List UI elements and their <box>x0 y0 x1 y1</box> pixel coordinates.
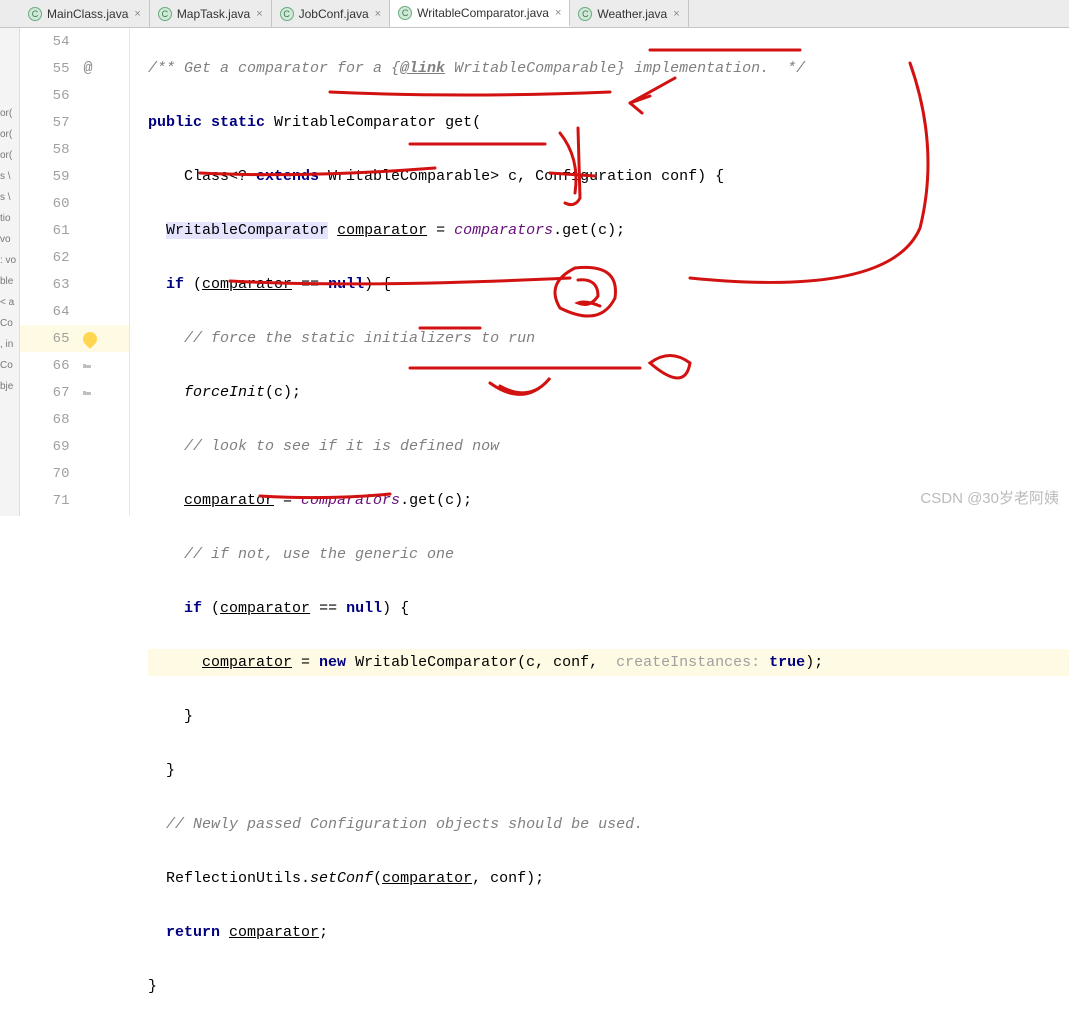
intention-bulb-icon[interactable] <box>81 329 101 349</box>
line-number: 54 <box>20 34 79 50</box>
line-number: 56 <box>20 88 79 104</box>
line-number: 63 <box>20 277 79 293</box>
line-number: 58 <box>20 142 79 158</box>
tab-label: JobConf.java <box>299 7 369 21</box>
line-number: 65 <box>20 331 79 347</box>
java-class-icon: C <box>280 7 294 21</box>
tab-label: Weather.java <box>597 7 667 21</box>
tab-weather[interactable]: C Weather.java × <box>570 0 688 27</box>
line-number: 68 <box>20 412 79 428</box>
java-class-icon: C <box>28 7 42 21</box>
line-number: 61 <box>20 223 79 239</box>
close-icon[interactable]: × <box>673 8 679 20</box>
tab-jobconf[interactable]: C JobConf.java × <box>272 0 390 27</box>
line-number: 70 <box>20 466 79 482</box>
tab-writablecomparator[interactable]: C WritableComparator.java × <box>390 0 570 27</box>
line-number: 67 <box>20 385 79 401</box>
line-number: 69 <box>20 439 79 455</box>
tab-label: MapTask.java <box>177 7 250 21</box>
line-number: 62 <box>20 250 79 266</box>
line-number: 57 <box>20 115 79 131</box>
override-gutter-icon[interactable]: @ <box>83 60 92 77</box>
sidebar-sliver: or(or(or( s \s \tio vo: voble < aCo, in … <box>0 28 20 516</box>
line-number: 64 <box>20 304 79 320</box>
fold-mark-icon[interactable] <box>83 364 91 368</box>
close-icon[interactable]: × <box>375 8 381 20</box>
line-number: 66 <box>20 358 79 374</box>
close-icon[interactable]: × <box>256 8 262 20</box>
code-editor[interactable]: /** Get a comparator for a {@link Writab… <box>130 28 1069 516</box>
line-number: 60 <box>20 196 79 212</box>
tab-maptask[interactable]: C MapTask.java × <box>150 0 272 27</box>
tab-label: WritableComparator.java <box>417 6 549 20</box>
tab-mainclass[interactable]: C MainClass.java × <box>20 0 150 27</box>
java-class-icon: C <box>578 7 592 21</box>
line-number: 59 <box>20 169 79 185</box>
java-class-icon: C <box>398 6 412 20</box>
close-icon[interactable]: × <box>134 8 140 20</box>
close-icon[interactable]: × <box>555 7 561 19</box>
gutter[interactable]: 54 55@ 56 57 58 59 60 61 62 63 64 65 66 … <box>20 28 130 516</box>
tab-label: MainClass.java <box>47 7 128 21</box>
editor-area: or(or(or( s \s \tio vo: voble < aCo, in … <box>0 28 1069 516</box>
java-class-icon: C <box>158 7 172 21</box>
fold-mark-icon[interactable] <box>83 391 91 395</box>
line-number: 71 <box>20 493 79 509</box>
watermark: CSDN @30岁老阿姨 <box>920 487 1059 508</box>
editor-tabs: C MainClass.java × C MapTask.java × C Jo… <box>0 0 1069 28</box>
line-number: 55 <box>20 61 79 77</box>
